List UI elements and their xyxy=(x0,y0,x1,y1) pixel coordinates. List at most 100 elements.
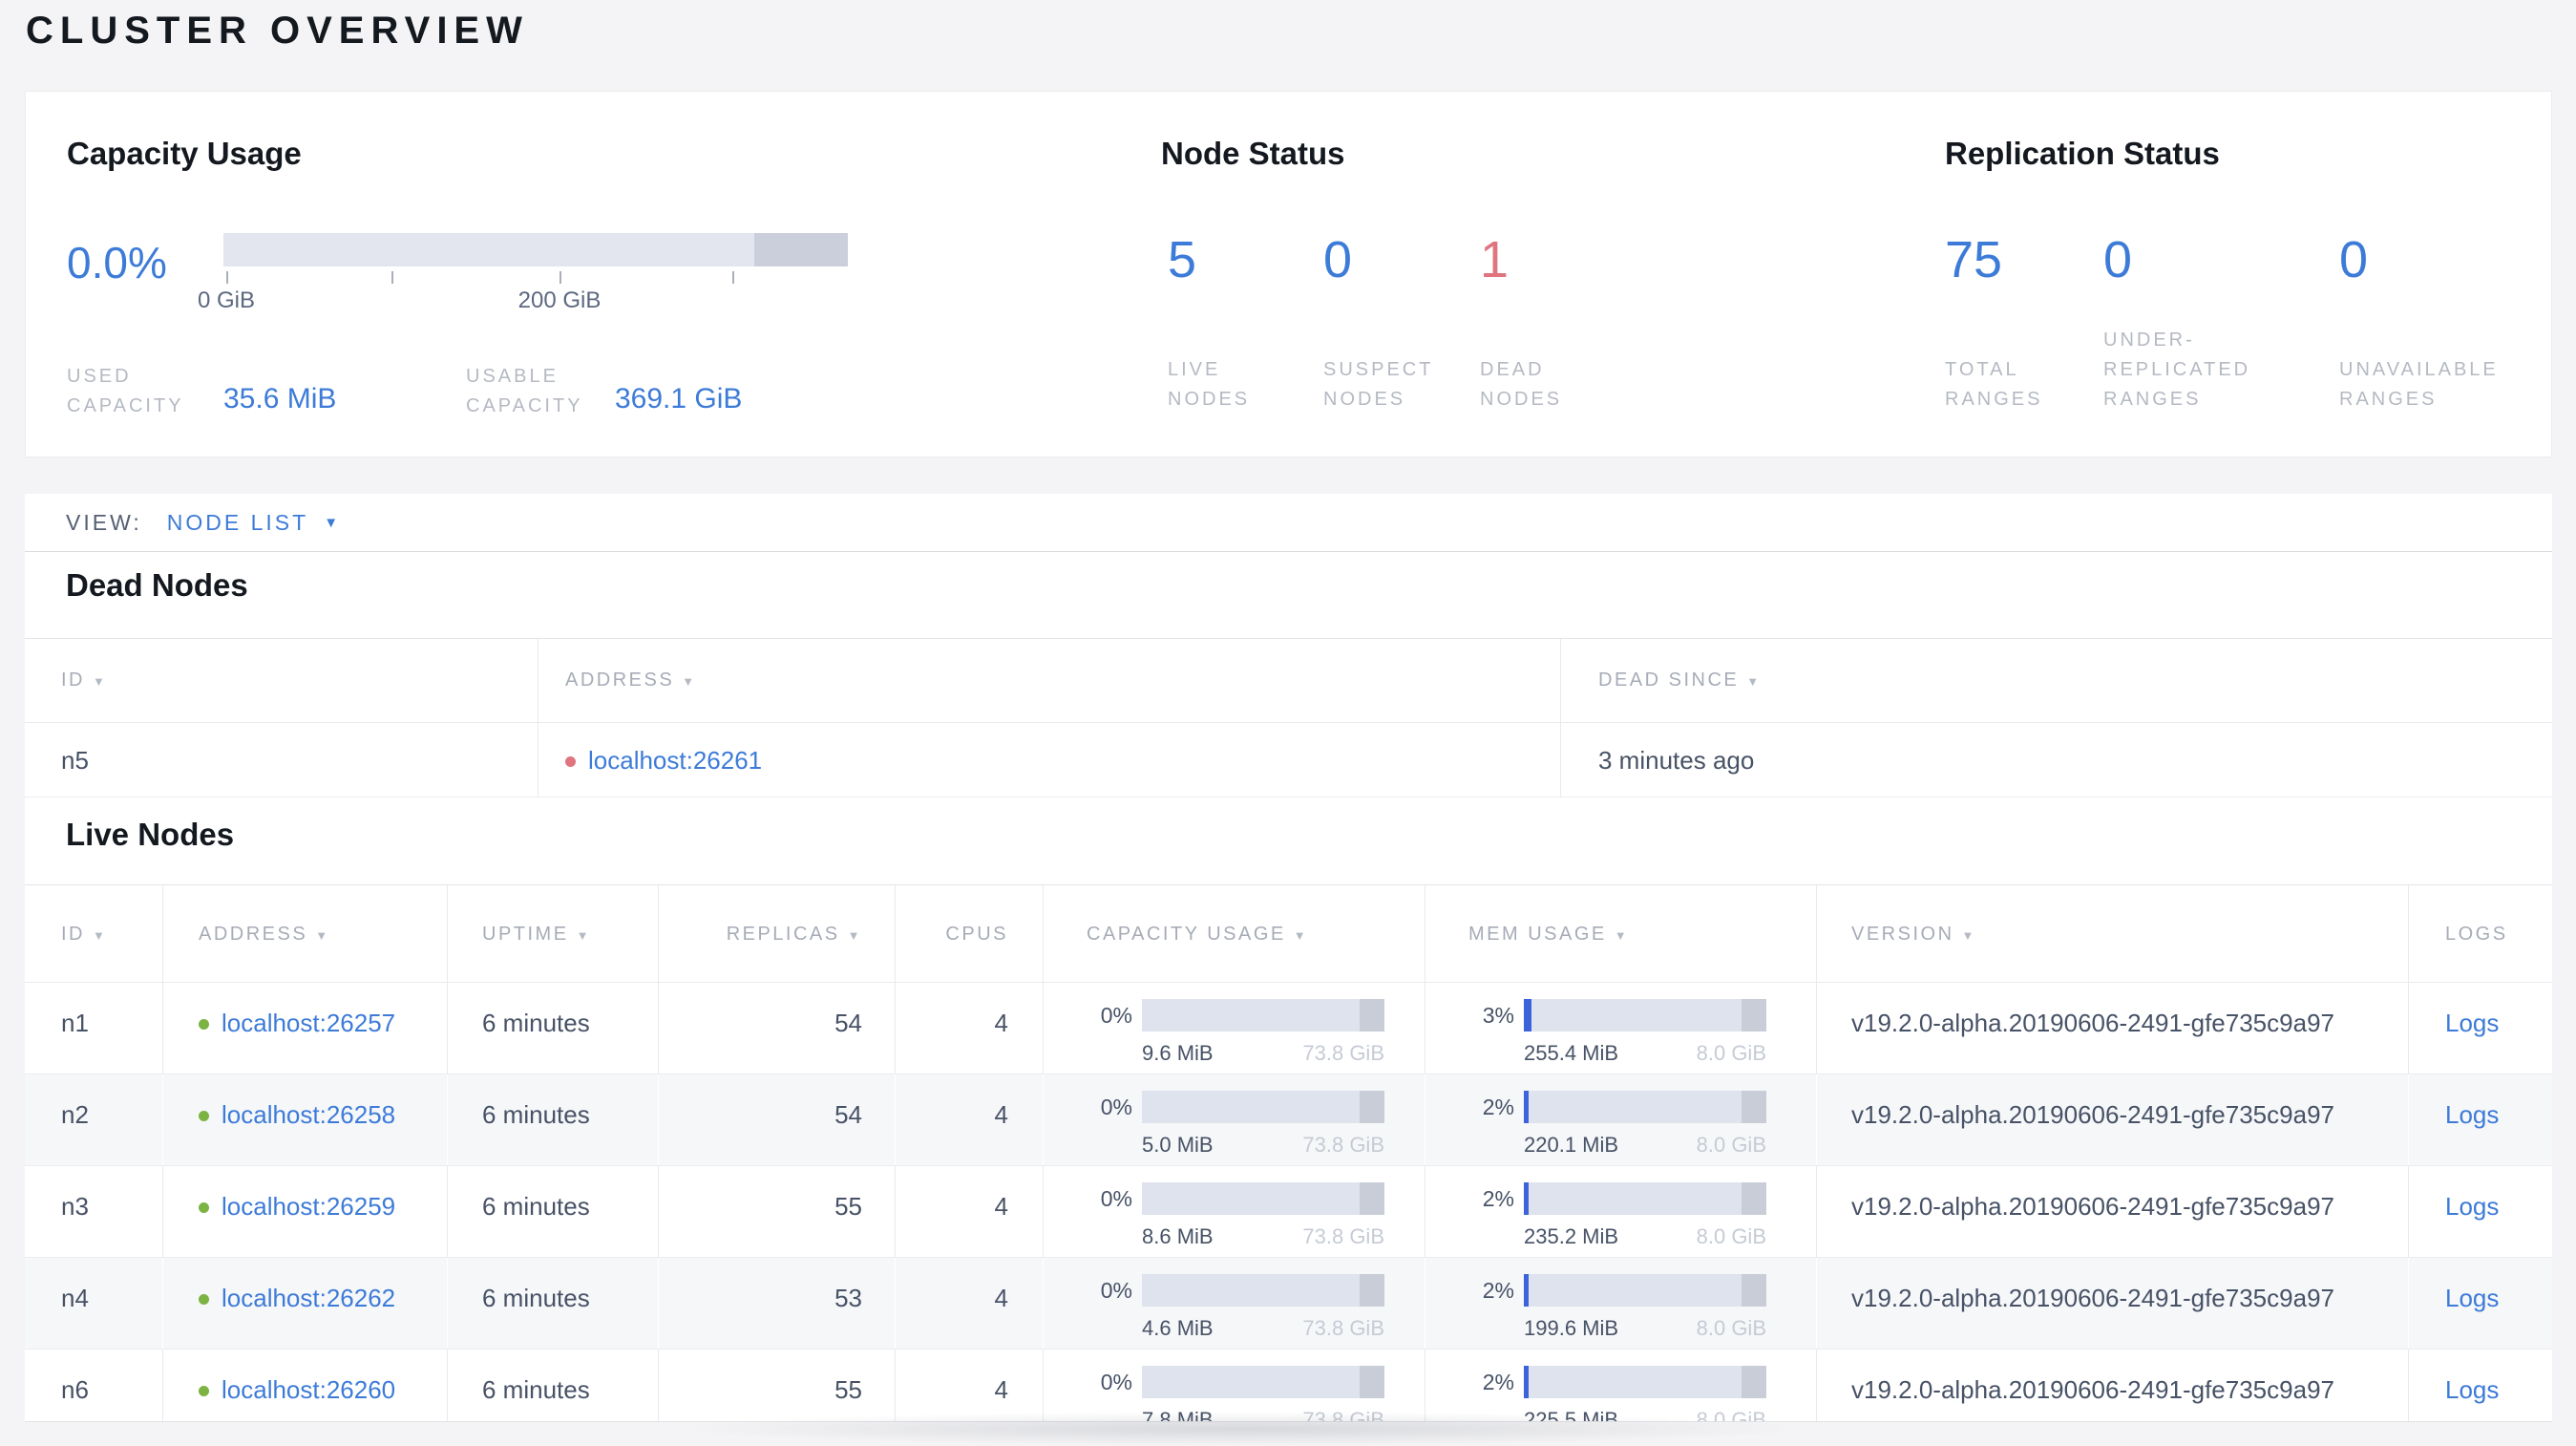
mem-percent-label: 2% xyxy=(1482,1094,1514,1119)
column-header-replicas[interactable]: REPLICAS ▼ xyxy=(658,885,895,982)
sort-desc-icon: ▼ xyxy=(1614,928,1630,943)
stat-suspect-nodes: 0 SUSPECT NODES xyxy=(1323,233,1467,415)
version-cell: v19.2.0-alpha.20190606-2491-gfe735c9a97 xyxy=(1816,1074,2408,1165)
mem-usage-bar xyxy=(1524,1366,1766,1398)
capacity-percent-label: 0% xyxy=(1100,1002,1132,1028)
logs-cell: Logs xyxy=(2408,1258,2552,1349)
logs-link[interactable]: Logs xyxy=(2445,1100,2499,1129)
column-header-version[interactable]: VERSION ▼ xyxy=(1816,885,2408,982)
capacity-percent: 0.0% xyxy=(67,238,167,287)
capacity-used-value: 5.0 MiB xyxy=(1142,1133,1214,1157)
node-address-link[interactable]: localhost:26259 xyxy=(222,1192,395,1221)
column-header-address[interactable]: ADDRESS ▼ xyxy=(162,885,447,982)
uptime-cell: 6 minutes xyxy=(447,1074,658,1165)
node-address-link[interactable]: localhost:26258 xyxy=(222,1100,395,1129)
uptime-cell: 6 minutes xyxy=(447,1258,658,1349)
total-ranges-label: TOTAL RANGES xyxy=(1945,359,2043,410)
logs-cell: Logs xyxy=(2408,1074,2552,1165)
node-id-cell: n1 xyxy=(61,1009,89,1037)
column-header-id[interactable]: ID ▼ xyxy=(25,885,162,982)
node-address-link[interactable]: localhost:26262 xyxy=(222,1284,395,1312)
version-cell: v19.2.0-alpha.20190606-2491-gfe735c9a97 xyxy=(1816,983,2408,1074)
node-address-cell: localhost:26257 xyxy=(162,983,447,1074)
dead-nodes-label: DEAD NODES xyxy=(1480,359,1563,410)
used-capacity-label: USED CAPACITY xyxy=(67,366,184,416)
capacity-bar-reserved-segment xyxy=(753,233,848,266)
capacity-percent-label: 0% xyxy=(1100,1277,1132,1303)
node-address-cell: localhost:26258 xyxy=(162,1074,447,1165)
suspect-nodes-label: SUSPECT NODES xyxy=(1323,359,1434,410)
axis-tick xyxy=(226,271,228,284)
view-selector-dropdown[interactable]: NODE LIST ▼ xyxy=(167,510,341,536)
mem-used-value: 199.6 MiB xyxy=(1524,1316,1619,1340)
stat-live-nodes: 5 LIVE NODES xyxy=(1168,233,1311,415)
column-header-cpus: CPUS xyxy=(895,885,1043,982)
live-node-row: n1 localhost:26257 6 minutes 54 4 0% 9.6… xyxy=(25,983,2552,1074)
capacity-bar-reserved-segment xyxy=(1360,1274,1384,1307)
sort-desc-icon: ▼ xyxy=(847,928,862,943)
cpus-cell: 4 xyxy=(895,1166,1043,1257)
replicas-cell: 53 xyxy=(658,1258,895,1349)
mem-total-value: 8.0 GiB xyxy=(1696,1133,1766,1157)
column-header-address[interactable]: ADDRESS ▼ xyxy=(538,639,1560,722)
logs-link[interactable]: Logs xyxy=(2445,1375,2499,1404)
dead-node-row: n5 localhost:26261 3 minutes ago xyxy=(25,723,2552,797)
column-header-mem-usage[interactable]: MEM USAGE ▼ xyxy=(1425,885,1816,982)
live-node-row: n4 localhost:26262 6 minutes 53 4 0% 4.6… xyxy=(25,1258,2552,1350)
logs-link[interactable]: Logs xyxy=(2445,1009,2499,1037)
logs-link[interactable]: Logs xyxy=(2445,1284,2499,1312)
total-ranges-count: 75 xyxy=(1945,231,2003,288)
dead-nodes-body: n5 localhost:26261 3 minutes ago xyxy=(25,723,2552,797)
replication-status-title: Replication Status xyxy=(1945,136,2220,171)
logs-cell: Logs xyxy=(2408,983,2552,1074)
column-header-capacity-usage[interactable]: CAPACITY USAGE ▼ xyxy=(1043,885,1425,982)
capacity-usage-bar xyxy=(223,233,848,266)
node-address-cell: localhost:26262 xyxy=(162,1258,447,1349)
dead-nodes-header-row: ID ▼ ADDRESS ▼ DEAD SINCE ▼ xyxy=(25,638,2552,723)
capacity-bar-reserved-segment xyxy=(1360,1091,1384,1123)
mem-bar-fill xyxy=(1524,1091,1530,1123)
logs-cell: Logs xyxy=(2408,1166,2552,1257)
capacity-usage-bar xyxy=(1142,1091,1384,1123)
live-status-dot-icon xyxy=(199,1202,209,1213)
mem-usage-bar xyxy=(1524,1182,1766,1215)
capacity-total-value: 73.8 GiB xyxy=(1302,1224,1384,1248)
cpus-cell: 4 xyxy=(895,983,1043,1074)
mem-percent-label: 2% xyxy=(1482,1277,1514,1303)
mem-bar-fill xyxy=(1524,1274,1530,1307)
live-nodes-label: LIVE NODES xyxy=(1168,359,1251,410)
version-cell: v19.2.0-alpha.20190606-2491-gfe735c9a97 xyxy=(1816,1350,2408,1421)
logs-link[interactable]: Logs xyxy=(2445,1192,2499,1221)
mem-total-value: 8.0 GiB xyxy=(1696,1316,1766,1340)
mem-usage-cell: 2% 220.1 MiB 8.0 GiB xyxy=(1425,1074,1816,1165)
mem-percent-label: 2% xyxy=(1482,1185,1514,1211)
view-bar: VIEW: NODE LIST ▼ xyxy=(25,494,2552,552)
cpus-cell: 4 xyxy=(895,1258,1043,1349)
capacity-used-value: 4.6 MiB xyxy=(1142,1316,1214,1340)
suspect-nodes-count: 0 xyxy=(1323,231,1353,288)
node-address-link[interactable]: localhost:26261 xyxy=(588,746,762,775)
node-address-link[interactable]: localhost:26257 xyxy=(222,1009,395,1037)
replicas-cell: 54 xyxy=(658,1074,895,1165)
live-status-dot-icon xyxy=(199,1111,209,1121)
column-header-uptime[interactable]: UPTIME ▼ xyxy=(447,885,658,982)
mem-usage-cell: 2% 235.2 MiB 8.0 GiB xyxy=(1425,1166,1816,1257)
axis-tick xyxy=(560,271,561,284)
dead-nodes-title: Dead Nodes xyxy=(66,567,248,603)
capacity-usage-cell: 0% 8.6 MiB 73.8 GiB xyxy=(1043,1166,1425,1257)
under-replicated-label: UNDER-REPLICATED RANGES xyxy=(2103,330,2251,410)
node-address-link[interactable]: localhost:26260 xyxy=(222,1375,395,1404)
stat-dead-nodes: 1 DEAD NODES xyxy=(1480,233,1623,415)
sort-desc-icon: ▼ xyxy=(1293,928,1309,943)
dead-nodes-count: 1 xyxy=(1480,231,1510,288)
column-header-dead-since[interactable]: DEAD SINCE ▼ xyxy=(1560,639,2552,722)
sort-desc-icon: ▼ xyxy=(315,928,330,943)
column-header-id[interactable]: ID ▼ xyxy=(25,639,538,722)
capacity-bar-reserved-segment xyxy=(1360,1182,1384,1215)
capacity-used-value: 8.6 MiB xyxy=(1142,1224,1214,1248)
chevron-down-icon: ▼ xyxy=(324,514,342,531)
mem-usage-bar xyxy=(1524,1091,1766,1123)
node-id-cell: n4 xyxy=(61,1284,89,1312)
replicas-cell: 54 xyxy=(658,983,895,1074)
used-capacity-value: 35.6 MiB xyxy=(223,383,337,415)
